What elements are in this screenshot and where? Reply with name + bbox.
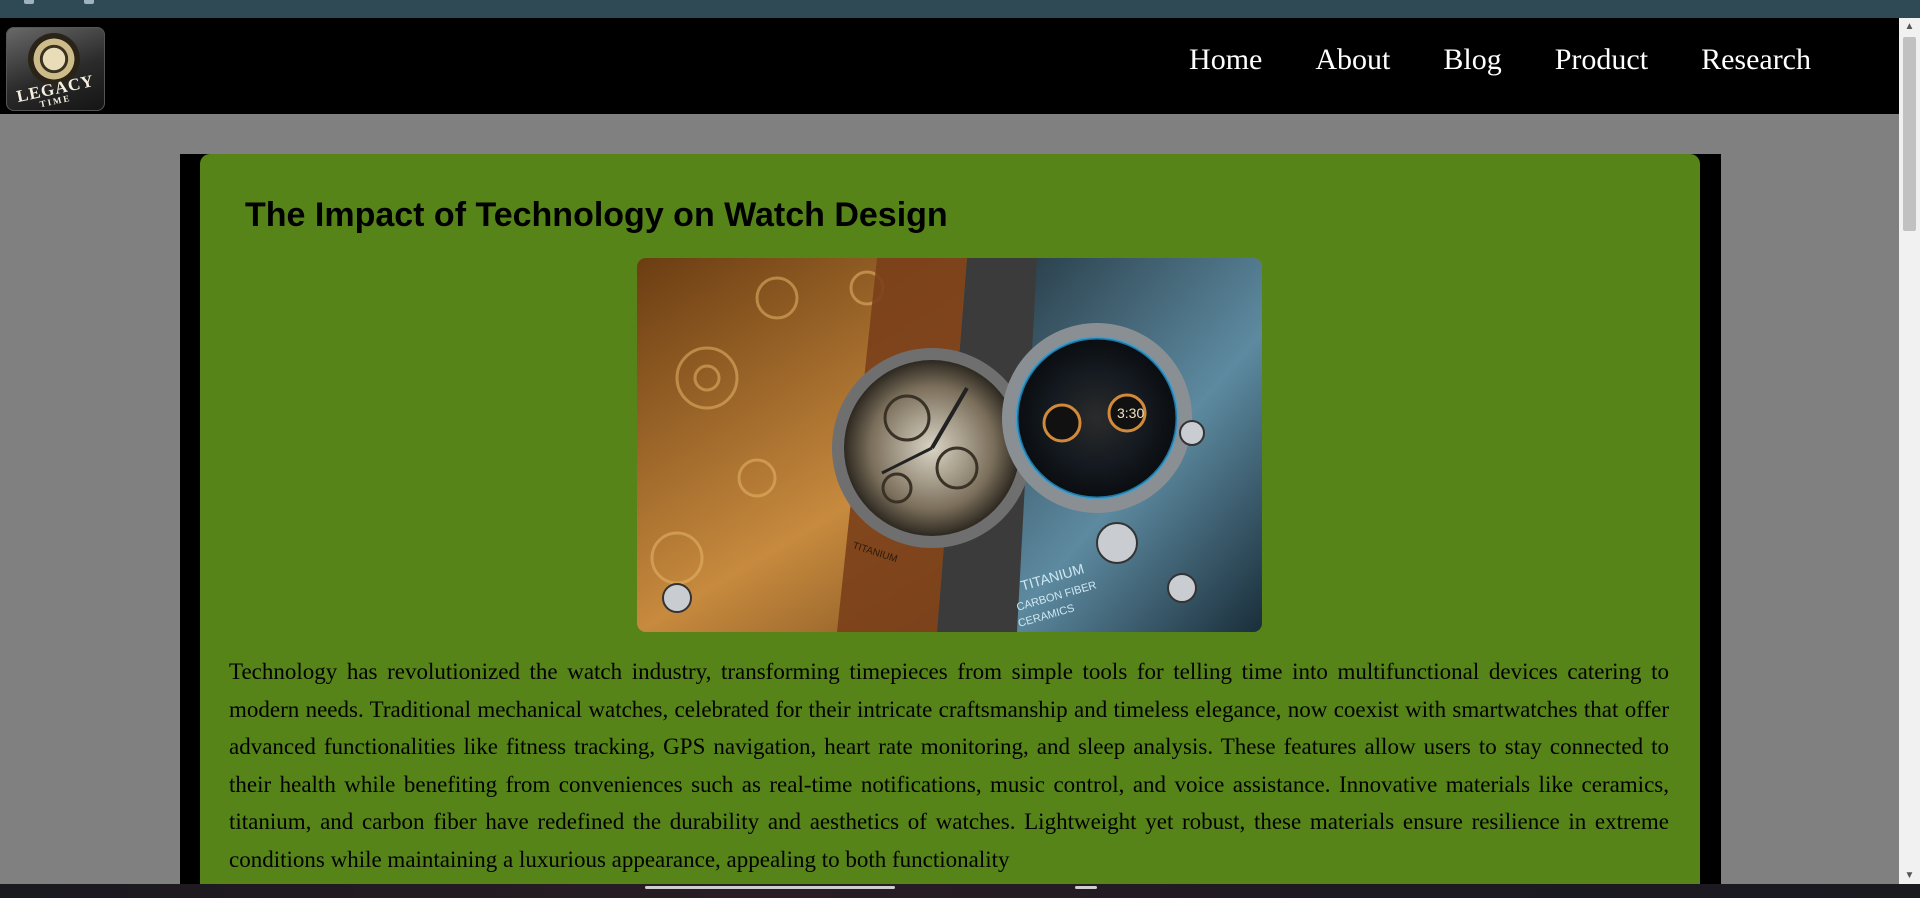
- nav-research-link[interactable]: Research: [1701, 42, 1811, 78]
- scroll-up-icon[interactable]: ▲: [1899, 18, 1920, 35]
- os-taskbar: [0, 884, 1920, 898]
- article-body: Technology has revolutionized the watch …: [229, 659, 1669, 872]
- scrollbar-thumb[interactable]: [1903, 37, 1916, 231]
- blog-article: The Impact of Technology on Watch Design: [200, 154, 1700, 898]
- window-icon: [24, 0, 34, 4]
- article-hero-image: 3:30 TITANIUM TITANIUM CARBON FIBER CERA…: [637, 258, 1262, 632]
- extension-icon: [84, 0, 94, 4]
- site-logo[interactable]: LEGACY TIME: [6, 27, 105, 111]
- nav-home-link[interactable]: Home: [1189, 42, 1262, 78]
- site-navbar: LEGACY TIME Home About Blog Product Rese…: [0, 18, 1899, 114]
- taskbar-active-indicator[interactable]: [645, 886, 895, 889]
- main-nav: Home About Blog Product Research: [1189, 42, 1811, 78]
- os-title-bar: [0, 0, 1920, 18]
- content-frame: The Impact of Technology on Watch Design: [180, 154, 1721, 898]
- article-title: The Impact of Technology on Watch Design: [245, 196, 948, 234]
- page-scrollbar[interactable]: ▲ ▼: [1899, 18, 1920, 884]
- svg-text:3:30: 3:30: [1117, 405, 1144, 421]
- taskbar-app-indicator[interactable]: [1075, 886, 1097, 889]
- nav-product-link[interactable]: Product: [1555, 42, 1648, 78]
- nav-blog-link[interactable]: Blog: [1443, 42, 1501, 78]
- scroll-down-icon[interactable]: ▼: [1899, 867, 1920, 884]
- nav-about-link[interactable]: About: [1315, 42, 1390, 78]
